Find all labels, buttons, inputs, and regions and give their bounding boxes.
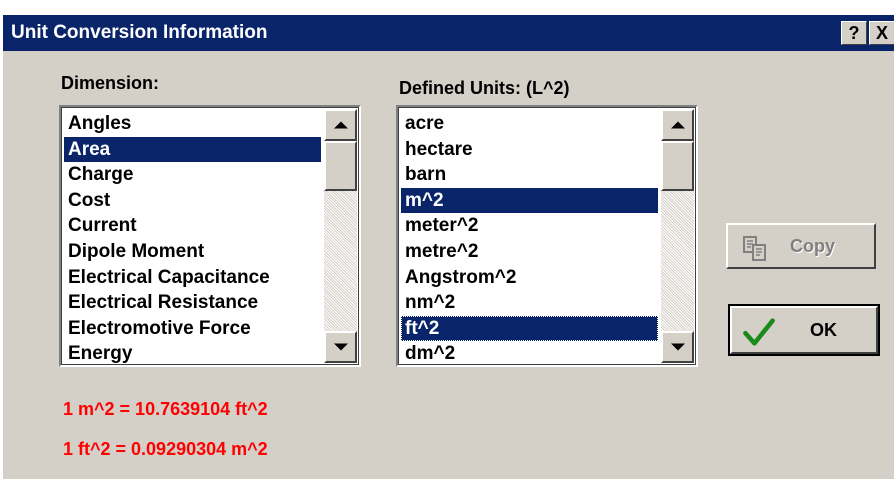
dimension-list-item[interactable]: Area	[64, 136, 321, 163]
units-scroll-up-button[interactable]	[661, 109, 694, 141]
dimension-list-item[interactable]: Electromotive Force	[64, 316, 321, 342]
dimension-listbox[interactable]: Angles Area Charge Cost Current Dipole Moment…	[59, 105, 361, 367]
dimension-list-item[interactable]: Energy	[64, 341, 321, 365]
dimension-list-item[interactable]: Current	[64, 213, 321, 239]
units-list-item[interactable]: metre^2	[401, 239, 658, 265]
units-list-items: acre hectare barn m^2 meter^2 metre^2 Angstrom…	[401, 111, 658, 365]
conversion-result-2: 1 ft^2 = 0.09290304 m^2	[63, 439, 268, 459]
dimension-list-item[interactable]: Electrical Resistance	[64, 290, 321, 316]
arrow-up-icon	[333, 121, 348, 129]
defined-units-label: Defined Units: (L^2)	[399, 78, 570, 98]
units-list-item[interactable]: nm^2	[401, 290, 658, 316]
title-bar[interactable]: Unit Conversion Information ? X	[3, 15, 894, 51]
dimension-list-item[interactable]: Cost	[64, 188, 321, 214]
units-list-item[interactable]: dm^2	[401, 341, 658, 365]
units-scroll-thumb[interactable]	[661, 141, 694, 191]
help-button[interactable]: ?	[841, 21, 867, 45]
copy-icon	[743, 236, 766, 261]
units-scrollbar[interactable]	[661, 109, 694, 363]
dimension-list-item[interactable]: Electrical Capacitance	[64, 265, 321, 291]
copy-button-label: Copy	[790, 235, 835, 256]
check-icon	[743, 318, 775, 346]
close-button[interactable]: X	[869, 21, 894, 45]
dimension-scrollbar[interactable]	[324, 109, 357, 363]
arrow-down-icon	[670, 343, 685, 351]
dimension-scroll-up-button[interactable]	[324, 109, 357, 141]
dimension-scroll-thumb[interactable]	[324, 141, 357, 191]
copy-button[interactable]: Copy	[726, 223, 876, 269]
arrow-down-icon	[333, 343, 348, 351]
unit-conversion-dialog: Unit Conversion Information ? X Dimensio…	[2, 14, 894, 479]
units-list-item[interactable]: barn	[401, 162, 658, 188]
ok-button[interactable]: OK	[728, 304, 880, 356]
dimension-list-item[interactable]: Angles	[64, 111, 321, 137]
units-list-item[interactable]: acre	[401, 111, 658, 137]
window-title: Unit Conversion Information	[11, 22, 268, 43]
dimension-list-item[interactable]: Charge	[64, 162, 321, 188]
ok-button-label: OK	[810, 319, 837, 340]
units-list-item[interactable]: meter^2	[401, 213, 658, 239]
dimension-label: Dimension:	[61, 73, 160, 93]
units-list-item[interactable]: m^2	[401, 187, 658, 214]
units-list-item[interactable]: Angstrom^2	[401, 265, 658, 291]
units-scroll-down-button[interactable]	[661, 331, 694, 363]
dimension-list-item[interactable]: Dipole Moment	[64, 239, 321, 265]
dimension-scroll-down-button[interactable]	[324, 331, 357, 363]
units-list-item[interactable]: hectare	[401, 137, 658, 163]
arrow-up-icon	[670, 121, 685, 129]
units-listbox[interactable]: acre hectare barn m^2 meter^2 metre^2 Angstrom…	[396, 105, 698, 367]
dimension-list-items: Angles Area Charge Cost Current Dipole Moment…	[64, 111, 321, 365]
conversion-result-1: 1 m^2 = 10.7639104 ft^2	[63, 399, 268, 419]
units-list-item[interactable]: ft^2	[401, 315, 658, 342]
